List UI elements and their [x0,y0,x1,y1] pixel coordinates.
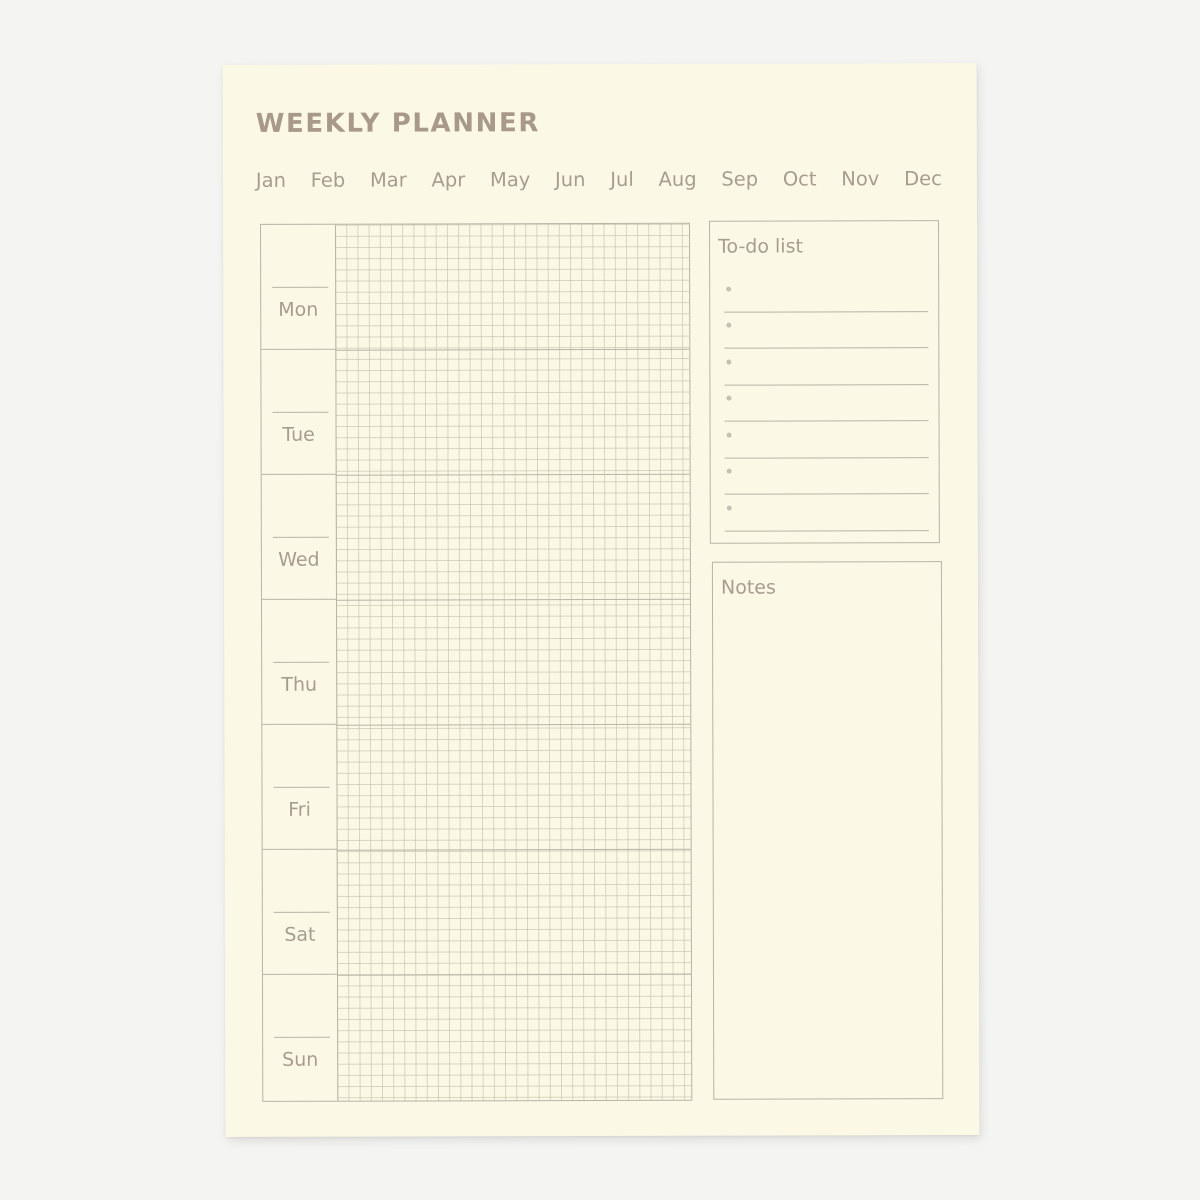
day-label: Sat [284,923,316,946]
month-jul[interactable]: Jul [610,168,634,191]
month-mar[interactable]: Mar [370,169,407,192]
day-row-wed[interactable]: Wed [261,474,336,600]
month-may[interactable]: May [490,168,530,191]
month-jun[interactable]: Jun [555,168,586,191]
bullet-icon [726,468,732,474]
bullet-icon [726,432,732,438]
date-line [272,286,329,288]
day-label: Mon [278,298,319,321]
notes-title: Notes [720,576,776,599]
bullet-icon [726,505,732,511]
todo-item[interactable] [724,457,929,495]
day-column: Mon Tue Wed Thu Fri Sat Sun [261,224,339,1101]
date-line [272,411,329,413]
day-row-sat[interactable]: Sat [262,849,337,975]
todo-item[interactable] [724,384,929,422]
todo-item[interactable] [724,494,929,532]
day-label: Tue [282,423,315,446]
todo-item[interactable] [724,275,929,313]
bullet-icon [726,395,732,401]
date-line [272,536,329,538]
page-title: WEEKLY PLANNER [255,108,540,139]
todo-item[interactable] [724,421,929,459]
todo-item[interactable] [724,311,929,349]
day-row-fri[interactable]: Fri [262,724,337,850]
bullet-icon [726,322,732,328]
month-aug[interactable]: Aug [658,168,696,191]
day-label: Fri [288,798,311,821]
week-grid: Mon Tue Wed Thu Fri Sat Sun [260,222,693,1102]
month-apr[interactable]: Apr [431,168,465,191]
todo-item[interactable] [724,348,929,386]
notes-box[interactable]: Notes [711,561,944,1100]
month-row: Jan Feb Mar Apr May Jun Jul Aug Sep Oct … [256,167,942,192]
date-line [273,661,330,663]
todo-title: To-do list [718,235,803,258]
day-row-thu[interactable]: Thu [261,599,337,725]
month-oct[interactable]: Oct [783,167,817,190]
day-row-sun[interactable]: Sun [263,975,337,1100]
month-feb[interactable]: Feb [311,169,346,192]
day-label: Wed [278,548,320,571]
day-label: Sun [282,1048,319,1071]
day-row-mon[interactable]: Mon [261,224,336,350]
day-label: Thu [281,673,318,696]
date-line [273,786,330,788]
month-jan[interactable]: Jan [256,169,286,192]
bullet-icon [726,359,732,365]
month-sep[interactable]: Sep [721,168,758,191]
day-row-tue[interactable]: Tue [261,349,336,475]
todo-list-box: To-do list [709,220,940,544]
month-nov[interactable]: Nov [841,167,879,190]
month-dec[interactable]: Dec [904,167,942,190]
date-line [274,1036,331,1038]
graph-paper-area[interactable] [335,223,692,1101]
bullet-icon [726,286,732,292]
planner-sheet: WEEKLY PLANNER Jan Feb Mar Apr May Jun J… [222,63,980,1137]
date-line [273,911,330,913]
